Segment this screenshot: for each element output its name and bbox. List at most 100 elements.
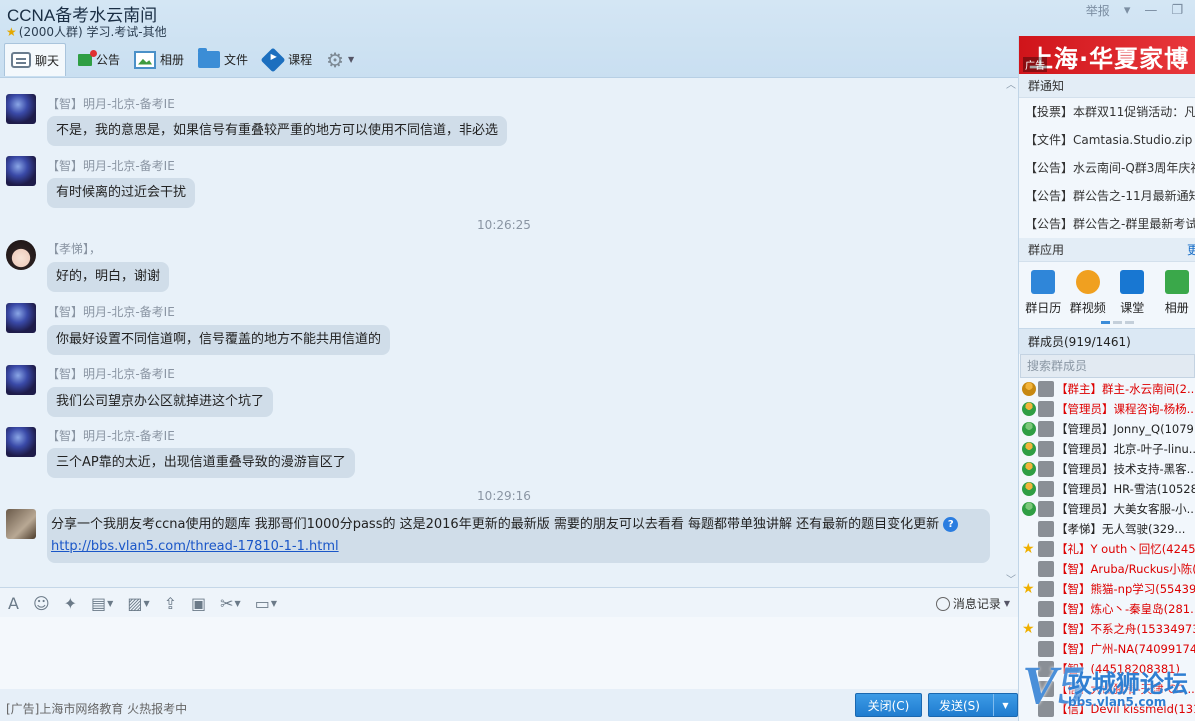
tab-files[interactable]: 文件	[192, 43, 254, 76]
notice-item[interactable]: 【投票】本群双11促销活动：凡是	[1019, 98, 1195, 126]
notice-item[interactable]: 【公告】群公告之-群里最新考试	[1019, 210, 1195, 238]
app-album[interactable]: 相册	[1159, 270, 1195, 328]
role-icon	[1022, 402, 1036, 416]
window-controls: 举报 ▾ — ❐	[1086, 2, 1183, 19]
apps-pager[interactable]	[1101, 321, 1134, 324]
upload-icon[interactable]: ⇪	[164, 594, 177, 613]
footer-ad[interactable]: [广告]上海市网络教育 火热报考中	[6, 700, 187, 717]
message-sender: 【智】明月-北京-备考IE	[47, 429, 175, 443]
notice-item[interactable]: 【公告】群公告之-11月最新通知	[1019, 182, 1195, 210]
avatar	[1038, 401, 1054, 417]
tab-notice[interactable]: 公告	[68, 43, 126, 76]
member-row[interactable]: 【智】广州-NA(740991746)	[1019, 639, 1195, 659]
send-button[interactable]: 发送(S) ▼	[928, 693, 1018, 717]
app-classroom[interactable]: 课堂	[1114, 270, 1151, 328]
emoji-icon[interactable]: ☺	[33, 594, 50, 613]
role-icon	[1022, 422, 1036, 436]
message-sender: 【智】明月-北京-备考IE	[47, 367, 175, 381]
avatar	[1038, 581, 1054, 597]
members-title: 群成员(919/1461)	[1019, 328, 1195, 354]
message-timestamp: 10:26:25	[477, 218, 531, 232]
notice-item[interactable]: 【公告】水云南间-Q群3周年庆福	[1019, 154, 1195, 182]
avatar[interactable]	[6, 509, 36, 539]
avatar	[1038, 381, 1054, 397]
message-link[interactable]: http://bbs.vlan5.com/thread-17810-1-1.ht…	[51, 539, 339, 554]
magic-icon[interactable]: ✦	[64, 594, 77, 613]
avatar[interactable]	[6, 94, 36, 124]
role-icon	[1022, 502, 1036, 516]
star-icon: ★	[6, 25, 17, 39]
avatar[interactable]	[6, 365, 36, 395]
history-button[interactable]: 消息记录 ▼	[935, 595, 1010, 612]
chevron-down-icon: ▼	[1003, 599, 1010, 608]
restore-icon[interactable]: ❐	[1171, 3, 1183, 18]
video-icon	[1075, 270, 1100, 294]
gift-icon[interactable]: ▤ ▼	[91, 594, 113, 613]
chat-icon	[11, 52, 31, 68]
apps-more-link[interactable]: 更	[1187, 238, 1195, 262]
group-sidebar: 上海·华夏家博 广告 群通知 【投票】本群双11促销活动：凡是 【文件】Camt…	[1018, 36, 1195, 721]
tab-album[interactable]: 相册	[128, 43, 190, 76]
member-row[interactable]: 【管理员】大美女客服-小...	[1019, 499, 1195, 519]
calendar-icon	[1031, 270, 1056, 294]
avatar	[1038, 541, 1054, 557]
notice-item[interactable]: 【文件】Camtasia.Studio.zip	[1019, 126, 1195, 154]
present-icon[interactable]: ▣	[191, 594, 206, 613]
scroll-down-icon[interactable]: ﹀	[1006, 571, 1016, 586]
notice-section-title: 群通知	[1019, 74, 1195, 98]
member-row[interactable]: 【管理员】HR-雪洁(10528...	[1019, 479, 1195, 499]
member-row[interactable]: ★ 【礼】Y outh丶回忆(4245...	[1019, 539, 1195, 559]
minimize-icon[interactable]: —	[1144, 3, 1157, 18]
question-icon[interactable]: ?	[943, 517, 959, 532]
send-options-chevron-icon[interactable]: ▼	[993, 694, 1017, 716]
member-row[interactable]: 【信】大山猪爷-天津-CC...	[1019, 679, 1195, 699]
close-button[interactable]: 关闭(C)	[855, 693, 922, 717]
avatar[interactable]	[6, 303, 36, 333]
report-link[interactable]: 举报	[1086, 2, 1110, 19]
tab-course[interactable]: 课程	[256, 43, 318, 76]
tab-chat[interactable]: 聊天	[4, 43, 67, 76]
member-row[interactable]: 【管理员】Jonny_Q(1079...	[1019, 419, 1195, 439]
member-row[interactable]: ★ 【智】不系之舟(15334973...	[1019, 619, 1195, 639]
chevron-down-icon[interactable]: ▾	[1124, 3, 1131, 18]
member-row[interactable]: ★ 【智】熊猫-np学习(55439...	[1019, 579, 1195, 599]
avatar	[1038, 501, 1054, 517]
member-name: 【智】广州-NA(740991746)	[1056, 642, 1195, 656]
member-name: 【智】(44518208381)	[1056, 662, 1180, 676]
screen-share-icon[interactable]: ▭ ▼	[255, 594, 277, 613]
app-calendar[interactable]: 群日历	[1025, 270, 1062, 328]
settings-menu[interactable]: ⚙ ▼	[320, 43, 360, 76]
member-row[interactable]: 【智】(44518208381)	[1019, 659, 1195, 679]
member-name: 【管理员】技术支持-黑客...	[1056, 462, 1195, 476]
member-row[interactable]: 【智】炼心丶-秦皇岛(281...	[1019, 599, 1195, 619]
chat-history[interactable]: ︿ 【智】明月-北京-备考IE 不是，我的意思是，如果信号有重叠较严重的地方可以…	[0, 78, 1018, 586]
member-row[interactable]: 【管理员】课程咨询-杨杨...	[1019, 399, 1195, 419]
member-row[interactable]: 【群主】群主-水云南间(2...	[1019, 379, 1195, 399]
member-row[interactable]: 【信】Devil kissmeld(13154	[1019, 699, 1195, 719]
member-row[interactable]: 【孝悌】无人驾驶(329...	[1019, 519, 1195, 539]
avatar	[1038, 421, 1054, 437]
avatar	[1038, 681, 1054, 697]
app-video[interactable]: 群视频	[1070, 270, 1107, 328]
member-row[interactable]: 【智】Aruba/Ruckus小陈(...	[1019, 559, 1195, 579]
role-icon	[1022, 602, 1036, 616]
avatar[interactable]	[6, 427, 36, 457]
member-name: 【管理员】课程咨询-杨杨...	[1056, 402, 1195, 416]
member-row[interactable]: 【管理员】技术支持-黑客...	[1019, 459, 1195, 479]
scroll-up-icon[interactable]: ︿	[1006, 78, 1016, 91]
avatar	[1038, 641, 1054, 657]
scissors-icon[interactable]: ✂ ▼	[220, 594, 241, 613]
member-name: 【信】大山猪爷-天津-CC...	[1056, 682, 1195, 696]
avatar[interactable]	[6, 240, 36, 270]
avatar[interactable]	[6, 156, 36, 186]
member-list[interactable]: 【群主】群主-水云南间(2... 【管理员】课程咨询-杨杨... 【管理员】Jonn…	[1019, 379, 1195, 719]
role-icon	[1022, 562, 1036, 576]
header: CCNA备考水云南间 ★ (2000人群) 学习.考试-其他 举报 ▾ — ❐ 聊…	[0, 0, 1195, 78]
message-input[interactable]	[0, 617, 1018, 689]
ad-banner[interactable]: 上海·华夏家博 广告	[1019, 36, 1195, 74]
member-search-input[interactable]: 搜索群成员	[1020, 354, 1195, 378]
image-icon[interactable]: ▨ ▼	[127, 594, 149, 613]
font-icon[interactable]: A	[8, 594, 19, 613]
member-row[interactable]: 【管理员】北京-叶子-linu...	[1019, 439, 1195, 459]
star-icon: ★	[1022, 621, 1035, 637]
